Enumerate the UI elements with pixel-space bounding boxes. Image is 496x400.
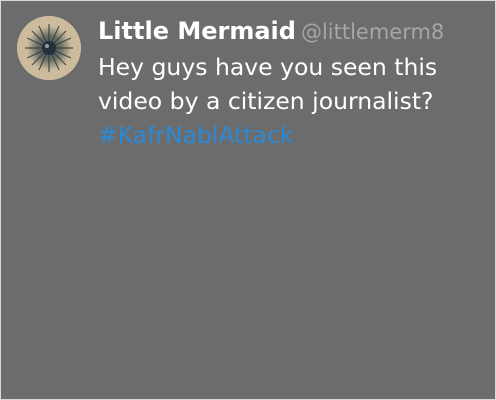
avatar[interactable] bbox=[17, 16, 81, 80]
tweet-card: Little Mermaid @littlemerm8 Hey guys have… bbox=[0, 0, 496, 400]
tweet-text-line-2: video by a citizen journalist? bbox=[98, 87, 434, 115]
tweet-header: Little Mermaid @littlemerm8 bbox=[98, 13, 484, 49]
hashtag-link[interactable]: #KafrNablAttack bbox=[98, 118, 293, 152]
tweet-content: Little Mermaid @littlemerm8 Hey guys have… bbox=[98, 13, 484, 152]
profile-photo-icon bbox=[17, 16, 81, 80]
user-handle[interactable]: @littlemerm8 bbox=[301, 20, 444, 44]
tweet-text: Hey guys have you seen this video by a c… bbox=[98, 50, 484, 152]
tweet-text-line-1: Hey guys have you seen this bbox=[98, 53, 438, 81]
display-name[interactable]: Little Mermaid bbox=[98, 17, 296, 45]
